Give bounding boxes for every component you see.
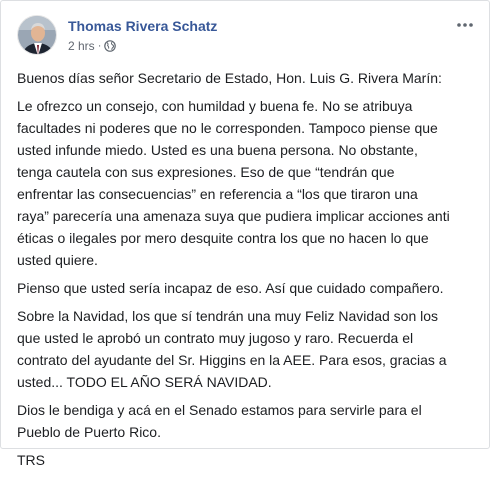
post-paragraph: Buenos días señor Secretario de Estado, …	[17, 70, 442, 86]
avatar[interactable]	[17, 15, 57, 55]
post-timestamp[interactable]: 2 hrs	[68, 39, 95, 53]
author-name-link[interactable]: Thomas Rivera Schatz	[68, 18, 217, 34]
post-paragraph: Pienso que usted sería incapaz de eso. A…	[17, 280, 444, 296]
post-paragraph: Sobre la Navidad, los que sí tendrán una…	[17, 308, 447, 390]
more-options-icon[interactable]	[453, 15, 477, 35]
post-body: Buenos días señor Secretario de Estado, …	[17, 67, 473, 477]
post-header: Thomas Rivera Schatz 2 hrs ·	[17, 15, 477, 61]
facebook-post-card: Thomas Rivera Schatz 2 hrs · Buenos días…	[0, 0, 490, 468]
post-meta: 2 hrs ·	[68, 39, 117, 53]
post-paragraph: Dios le bendiga y acá en el Senado estam…	[17, 402, 422, 440]
meta-separator: ·	[97, 40, 102, 52]
post-signature: TRS	[17, 452, 45, 468]
post-paragraph: Le ofrezco un consejo, con humildad y bu…	[17, 98, 450, 268]
globe-icon[interactable]	[104, 40, 117, 52]
